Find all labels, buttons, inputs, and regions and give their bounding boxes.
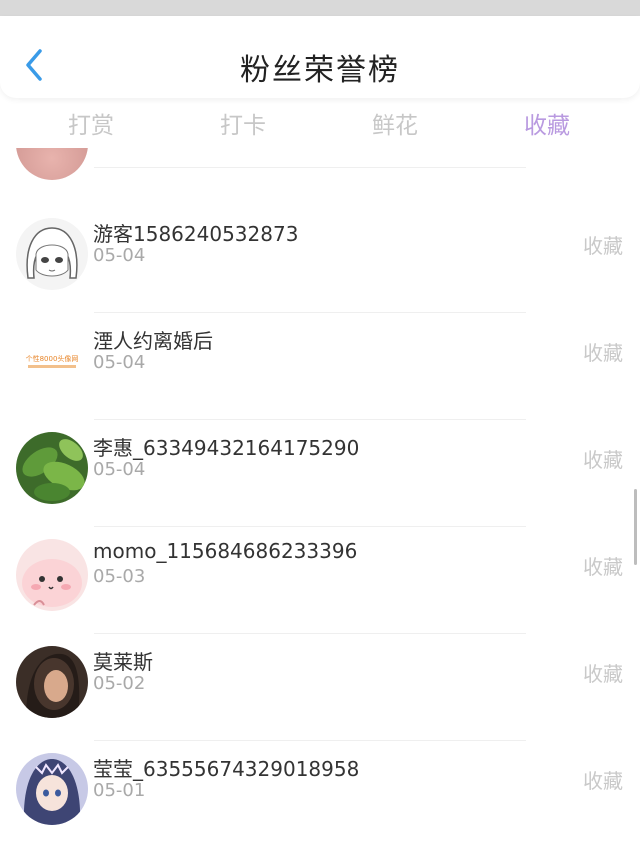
- avatar: [16, 148, 88, 180]
- header-bar: 粉丝荣誉榜: [0, 16, 640, 98]
- username: momo_115684686233396: [93, 539, 358, 563]
- fan-list[interactable]: 游客1586240532873 05-04 收藏 个性8000头像网 湮人约离婚…: [0, 148, 640, 853]
- favorite-action[interactable]: 收藏: [583, 337, 623, 366]
- date-label: 05-02: [93, 673, 146, 694]
- page-title: 粉丝荣誉榜: [240, 53, 400, 88]
- list-item[interactable]: momo_115684686233396 05-03 收藏: [0, 519, 640, 625]
- favorite-action[interactable]: 收藏: [583, 765, 623, 794]
- list-item[interactable]: 游客1586240532873 05-04 收藏: [0, 198, 640, 304]
- list-item[interactable]: 莫莱斯 05-02 收藏: [0, 626, 640, 732]
- status-bar: [0, 0, 640, 16]
- date-label: 05-04: [93, 352, 146, 373]
- avatar: [16, 432, 88, 504]
- date-label: 05-03: [93, 566, 146, 587]
- avatar: [16, 753, 88, 825]
- avatar: [16, 539, 88, 611]
- list-item[interactable]: 李惠_63349432164175290 05-04 收藏: [0, 412, 640, 518]
- favorite-action[interactable]: 收藏: [583, 230, 623, 259]
- favorite-action[interactable]: 收藏: [583, 444, 623, 473]
- scrollbar[interactable]: [634, 489, 637, 565]
- avatar: [16, 218, 88, 290]
- date-label: 05-04: [93, 245, 146, 266]
- list-item[interactable]: 莹莹_63555674329018958 05-01 收藏: [0, 733, 640, 839]
- username: 游客1586240532873: [93, 222, 299, 246]
- tab-checkin[interactable]: 打卡: [183, 106, 303, 140]
- username: 莫莱斯: [93, 650, 153, 674]
- date-label: 05-04: [93, 459, 146, 480]
- favorite-action[interactable]: 收藏: [583, 551, 623, 580]
- username: 莹莹_63555674329018958: [93, 757, 360, 781]
- tab-bar: 打赏 打卡 鲜花 收藏: [0, 100, 640, 148]
- username: 李惠_63349432164175290: [93, 436, 360, 460]
- list-item[interactable]: 个性8000头像网 湮人约离婚后 05-04 收藏: [0, 305, 640, 411]
- favorite-action[interactable]: 收藏: [583, 658, 623, 687]
- avatar-logo-text: 个性8000头像网: [26, 354, 79, 363]
- username: 湮人约离婚后: [93, 329, 213, 353]
- avatar: 个性8000头像网: [16, 325, 88, 397]
- avatar: [16, 646, 88, 718]
- tab-tip[interactable]: 打赏: [31, 106, 151, 140]
- divider: [94, 167, 526, 168]
- tab-favorites[interactable]: 收藏: [487, 106, 607, 140]
- tab-flowers[interactable]: 鲜花: [335, 106, 455, 140]
- date-label: 05-01: [93, 780, 146, 801]
